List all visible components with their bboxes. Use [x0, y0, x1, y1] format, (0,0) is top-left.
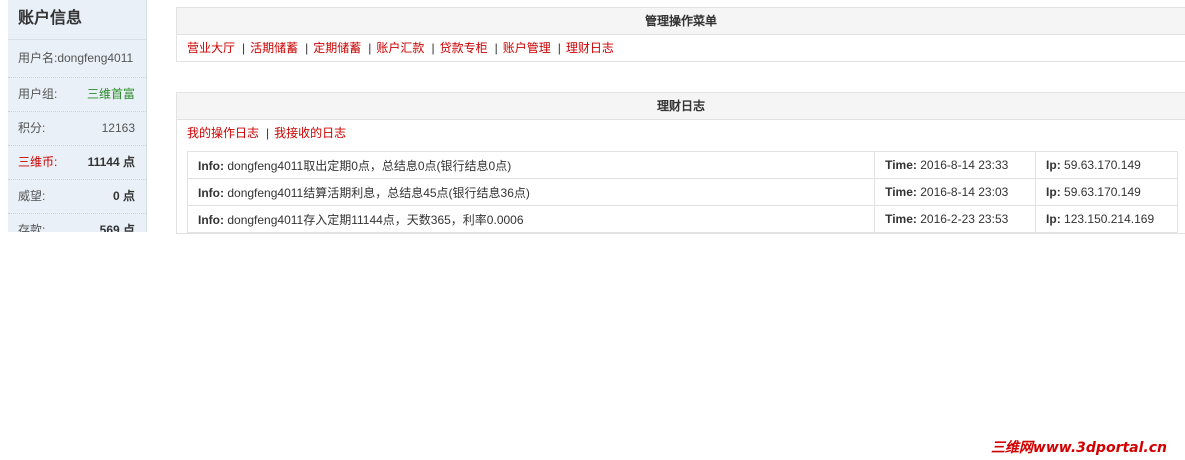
log-time-text: 2016-8-14 23:03: [920, 185, 1009, 199]
log-time-text: 2016-2-23 23:53: [920, 212, 1009, 226]
log-ip-text: 123.150.214.169: [1064, 212, 1155, 226]
log-time-cell: Time: 2016-8-14 23:03: [874, 178, 1037, 206]
separator: |: [368, 41, 372, 55]
ip-label: Ip:: [1046, 158, 1061, 172]
sidebar-row-usergroup: 用户组: 三维首富: [8, 78, 146, 112]
log-time-cell: Time: 2016-8-14 23:33: [874, 151, 1037, 179]
prestige-label: 威望:: [18, 189, 46, 203]
deposit-value: 569 点: [99, 223, 135, 232]
usergroup-value: 三维首富: [86, 87, 135, 101]
sidebar-title: 账户信息: [8, 0, 146, 40]
log-table: Info: dongfeng4011取出定期0点，总结息0点(银行结息0点) T…: [186, 151, 1178, 233]
separator: |: [242, 41, 246, 55]
time-label: Time:: [885, 212, 917, 226]
coins-label: 三维币:: [18, 155, 58, 169]
points-label: 积分:: [18, 121, 46, 135]
separator: |: [494, 41, 498, 55]
info-label: Info:: [198, 185, 224, 200]
log-time-text: 2016-8-14 23:33: [920, 158, 1009, 172]
menu-link-account-management[interactable]: 账户管理: [503, 41, 551, 55]
points-value: 12163: [101, 121, 135, 135]
separator: |: [266, 126, 270, 140]
menu-link-loans[interactable]: 贷款专柜: [440, 41, 488, 55]
separator: |: [431, 41, 435, 55]
menu-links: 营业大厅 | 活期储蓄 | 定期储蓄 | 账户汇款 | 贷款专柜 | 账户管理 | 理财日志: [177, 35, 1185, 61]
log-link-received[interactable]: 我接收的日志: [274, 126, 346, 140]
management-menu-panel: 管理操作菜单 营业大厅 | 活期储蓄 | 定期储蓄 | 账户汇款 | 贷款专柜 | 账户管理 | 理财日…: [176, 7, 1185, 62]
sidebar-row-coins: 三维币: 11144 点: [8, 146, 146, 180]
log-info-cell: Info: dongfeng4011取出定期0点，总结息0点(银行结息0点): [186, 151, 876, 179]
prestige-value: 0 点: [112, 189, 135, 203]
time-label: Time:: [885, 185, 917, 199]
sidebar-row-deposit: 存款: 569 点: [8, 214, 146, 232]
log-info-text: dongfeng4011存入定期11144点，天数365，利率0.0006: [227, 212, 524, 227]
ip-label: Ip:: [1046, 185, 1061, 199]
info-label: Info:: [198, 158, 224, 173]
log-time-cell: Time: 2016-2-23 23:53: [874, 205, 1037, 233]
info-label: Info:: [198, 212, 224, 227]
table-row: Info: dongfeng4011取出定期0点，总结息0点(银行结息0点) T…: [186, 151, 1178, 179]
log-info-cell: Info: dongfeng4011结算活期利息，总结息45点(银行结息36点): [186, 178, 876, 206]
deposit-label: 存款:: [18, 223, 46, 232]
menu-panel-title: 管理操作菜单: [177, 8, 1185, 35]
menu-link-finance-log[interactable]: 理财日志: [566, 41, 614, 55]
table-row: Info: dongfeng4011结算活期利息，总结息45点(银行结息36点)…: [186, 178, 1178, 206]
ip-label: Ip:: [1046, 212, 1061, 226]
usergroup-label: 用户组:: [18, 87, 58, 101]
log-links: 我的操作日志 | 我接收的日志: [177, 120, 1185, 146]
log-panel-title: 理财日志: [177, 93, 1185, 120]
sidebar-row-prestige: 威望: 0 点: [8, 180, 146, 214]
menu-link-fixed-savings[interactable]: 定期储蓄: [313, 41, 361, 55]
time-label: Time:: [885, 158, 917, 172]
sidebar-row-username: 用户名:dongfeng4011: [8, 40, 146, 78]
log-ip-text: 59.63.170.149: [1064, 185, 1141, 199]
site-watermark: 三维网www.3dportal.cn: [990, 440, 1167, 456]
menu-link-remittance[interactable]: 账户汇款: [376, 41, 424, 55]
log-link-my-operations[interactable]: 我的操作日志: [187, 126, 259, 140]
finance-log-panel: 理财日志 我的操作日志 | 我接收的日志 Info: dongfeng4011取出定…: [176, 92, 1185, 234]
username-label: 用户名:dongfeng4011: [18, 51, 134, 65]
log-info-cell: Info: dongfeng4011存入定期11144点，天数365，利率0.0…: [186, 205, 876, 233]
log-ip-cell: Ip: 59.63.170.149: [1035, 151, 1178, 179]
log-ip-cell: Ip: 123.150.214.169: [1035, 205, 1178, 233]
log-info-text: dongfeng4011结算活期利息，总结息45点(银行结息36点): [227, 185, 530, 200]
coins-value: 11144 点: [87, 155, 135, 169]
menu-link-current-savings[interactable]: 活期储蓄: [250, 41, 298, 55]
account-sidebar: 账户信息 用户名:dongfeng4011 用户组: 三维首富 积分: 1216…: [8, 0, 147, 232]
sidebar-row-points: 积分: 12163: [8, 112, 146, 146]
log-ip-text: 59.63.170.149: [1064, 158, 1141, 172]
menu-link-hall[interactable]: 营业大厅: [187, 41, 235, 55]
separator: |: [305, 41, 309, 55]
log-info-text: dongfeng4011取出定期0点，总结息0点(银行结息0点): [227, 158, 512, 173]
table-row: Info: dongfeng4011存入定期11144点，天数365，利率0.0…: [186, 205, 1178, 233]
separator: |: [557, 41, 561, 55]
log-ip-cell: Ip: 59.63.170.149: [1035, 178, 1178, 206]
